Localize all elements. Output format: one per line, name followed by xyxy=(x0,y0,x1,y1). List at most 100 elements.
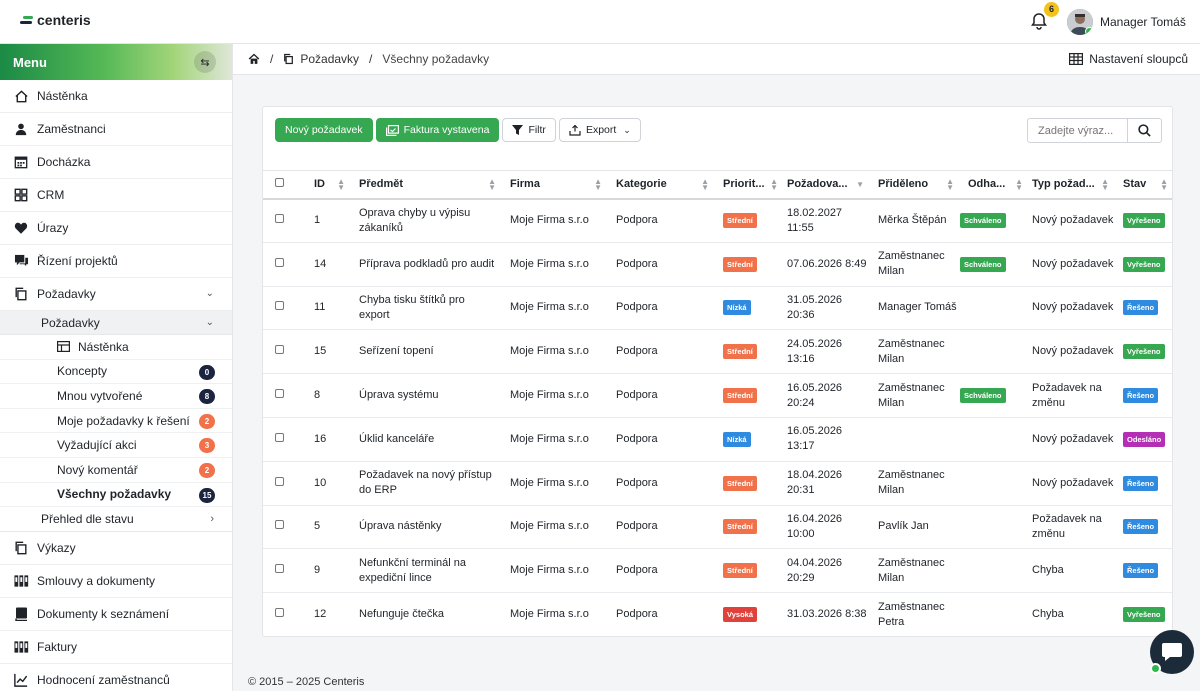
new-request-button[interactable]: Nový požadavek xyxy=(275,118,373,142)
cell-assigned: Zaměstnanec Petra xyxy=(870,592,960,636)
export-button[interactable]: Export ⌄ xyxy=(558,118,641,142)
cell-subject-link[interactable]: Seřízení topení xyxy=(359,345,434,357)
column-header-id[interactable]: ID ▲ ▼ xyxy=(306,170,351,200)
sidebar-item-crm[interactable]: CRM xyxy=(0,179,232,212)
row-checkbox[interactable] xyxy=(275,564,284,574)
table-row[interactable]: 11 Chyba tisku štítků pro export Moje Firm… xyxy=(263,286,1172,331)
row-checkbox[interactable] xyxy=(275,520,284,530)
sort-icon: ▲ ▼ xyxy=(488,177,496,192)
row-checkbox[interactable] xyxy=(275,608,284,618)
column-header-label: Přiděleno xyxy=(878,178,929,191)
cell-subject-link[interactable]: Požadavek na nový přístup do ERP xyxy=(359,469,492,496)
cell-company: Moje Firma s.r.o xyxy=(502,592,608,636)
row-checkbox[interactable] xyxy=(275,301,284,311)
table-row[interactable]: 9 Nefunkční terminál na expediční lince Mo… xyxy=(263,548,1172,594)
row-checkbox[interactable] xyxy=(275,345,284,355)
row-checkbox[interactable] xyxy=(275,389,284,399)
cell-priority: Střední xyxy=(715,373,779,418)
cell-estimate xyxy=(960,505,1024,550)
subitem-mnou-vytvorene[interactable]: Mnou vytvořené 8 xyxy=(0,384,232,409)
sidebar-item-pozadavky[interactable]: Požadavky ⌄ xyxy=(0,278,232,311)
logo[interactable]: centeris xyxy=(20,12,91,28)
subitem-novy-komentar[interactable]: Nový komentář 2 xyxy=(0,458,232,483)
cell-subject-link[interactable]: Úprava nástěnky xyxy=(359,520,442,532)
user-name[interactable]: Manager Tomáš xyxy=(1100,15,1186,29)
sidebar-item-urazy[interactable]: Úrazy xyxy=(0,212,232,245)
column-header-company[interactable]: Firma ▲ ▼ xyxy=(502,170,608,200)
table-row[interactable]: 1 Oprava chyby u výpisu zákaníků Moje Firm… xyxy=(263,198,1172,243)
subitem-prehled-dle-stavu[interactable]: Přehled dle stavu › xyxy=(0,507,232,533)
sidebar-item-vykazy[interactable]: Výkazy xyxy=(0,532,232,566)
breadcrumb-section[interactable]: Požadavky xyxy=(300,52,359,66)
cell-assigned: Zaměstnanec Milan xyxy=(870,548,960,594)
table-row[interactable]: 10 Požadavek na nový přístup do ERP Moje F… xyxy=(263,461,1172,506)
swap-arrows-icon[interactable]: ⇆ xyxy=(194,51,216,73)
cell-estimate xyxy=(960,286,1024,331)
column-settings-label: Nastavení sloupců xyxy=(1089,52,1188,66)
cell-subject-link[interactable]: Příprava podkladů pro audit xyxy=(359,258,494,270)
sidebar-item-rizeni-projektu[interactable]: Řízení projektů xyxy=(0,245,232,278)
row-select-cell xyxy=(263,505,306,550)
online-status-dot xyxy=(1085,27,1093,35)
sidebar-subgroup-pozadavky[interactable]: Požadavky ⌄ xyxy=(0,311,232,335)
search-button[interactable] xyxy=(1127,119,1161,142)
cell-assigned xyxy=(870,417,960,462)
cell-subject-link[interactable]: Úklid kanceláře xyxy=(359,433,434,445)
table-row[interactable]: 16 Úklid kanceláře Moje Firma s.r.o Podpora… xyxy=(263,417,1172,462)
cell-assigned: Měrka Štěpán xyxy=(870,198,960,243)
table-row[interactable]: 5 Úprava nástěnky Moje Firma s.r.o Podpora S… xyxy=(263,505,1172,550)
home-icon[interactable] xyxy=(248,53,260,65)
row-checkbox[interactable] xyxy=(275,257,284,267)
cell-subject-link[interactable]: Úprava systému xyxy=(359,389,438,401)
cell-assigned-text: Měrka Štěpán xyxy=(878,214,947,227)
cell-estimate xyxy=(960,592,1024,636)
table-row[interactable]: 14 Příprava podkladů pro audit Moje Firma … xyxy=(263,242,1172,287)
column-header-subject[interactable]: Předmět ▲ ▼ xyxy=(351,170,502,200)
subitem-koncepty[interactable]: Koncepty 0 xyxy=(0,360,232,385)
cell-subject-link[interactable]: Nefunguje čtečka xyxy=(359,608,444,620)
column-header-type[interactable]: Typ požad... ▲ ▼ xyxy=(1024,170,1115,200)
row-checkbox[interactable] xyxy=(275,214,284,224)
subitem-nastenka[interactable]: Nástěnka xyxy=(0,335,232,360)
invoice-issued-button[interactable]: Faktura vystavena xyxy=(375,118,500,142)
table-row[interactable]: 12 Nefunguje čtečka Moje Firma s.r.o Podpor… xyxy=(263,592,1172,636)
avatar[interactable] xyxy=(1067,9,1093,35)
column-header-category[interactable]: Kategorie ▲ ▼ xyxy=(608,170,715,200)
column-header-priority[interactable]: Priorit... ▲ ▼ xyxy=(715,170,779,200)
subitem-vyzadujici-akci[interactable]: Vyžadující akci 3 xyxy=(0,433,232,458)
search-input[interactable] xyxy=(1028,119,1127,142)
cell-subject-link[interactable]: Chyba tisku štítků pro export xyxy=(359,294,465,321)
column-settings-button[interactable]: Nastavení sloupců xyxy=(1069,52,1188,66)
column-header-estimate[interactable]: Odha... ▲ ▼ xyxy=(960,170,1024,200)
row-checkbox[interactable] xyxy=(275,476,284,486)
sidebar-item-dokumenty[interactable]: Dokumenty k seznámení xyxy=(0,598,232,632)
cell-id-text: 5 xyxy=(314,520,321,533)
column-header-assigned[interactable]: Přiděleno ▲ ▼ xyxy=(870,170,960,200)
sidebar-item-faktury[interactable]: Faktury xyxy=(0,631,232,665)
subitem-vsechny-pozadavky[interactable]: Všechny požadavky 15 xyxy=(0,483,232,508)
cell-subject-link[interactable]: Oprava chyby u výpisu zákaníků xyxy=(359,207,470,234)
filter-button[interactable]: Filtr xyxy=(502,118,556,142)
cell-category-text: Podpora xyxy=(616,432,658,445)
sidebar-item-dochazka[interactable]: Docházka xyxy=(0,146,232,179)
cell-subject-link[interactable]: Nefunkční terminál na expediční lince xyxy=(359,557,466,584)
sidebar-item-nastenka[interactable]: Nástěnka xyxy=(0,80,232,113)
chevron-right-icon: › xyxy=(210,513,214,526)
column-header-requested[interactable]: Požadova... ▼ xyxy=(779,170,870,200)
chat-button[interactable] xyxy=(1150,630,1194,674)
column-header-label: Kategorie xyxy=(616,178,667,191)
row-checkbox[interactable] xyxy=(275,432,284,442)
cell-requested-date: 16.05.2026 13:17 xyxy=(779,417,870,462)
select-all-checkbox[interactable] xyxy=(275,178,284,188)
count-badge: 2 xyxy=(199,462,215,478)
sidebar-item-hodnoceni[interactable]: Hodnocení zaměstnanců xyxy=(0,664,232,691)
column-header-status[interactable]: Stav ▲ ▼ xyxy=(1115,170,1172,200)
cell-assigned-text: Zaměstnanec Milan xyxy=(878,250,945,278)
sidebar-item-zamestnanci[interactable]: Zaměstnanci xyxy=(0,113,232,146)
subitem-moje-pozadavky[interactable]: Moje požadavky k řešení 2 xyxy=(0,409,232,434)
table-row[interactable]: 8 Úprava systému Moje Firma s.r.o Podpora St… xyxy=(263,373,1172,418)
logo-text: centeris xyxy=(37,12,91,28)
table-row[interactable]: 15 Seřízení topení Moje Firma s.r.o Podpora… xyxy=(263,329,1172,375)
cell-category-text: Podpora xyxy=(616,257,658,270)
sidebar-item-smlouvy[interactable]: Smlouvy a dokumenty xyxy=(0,565,232,599)
